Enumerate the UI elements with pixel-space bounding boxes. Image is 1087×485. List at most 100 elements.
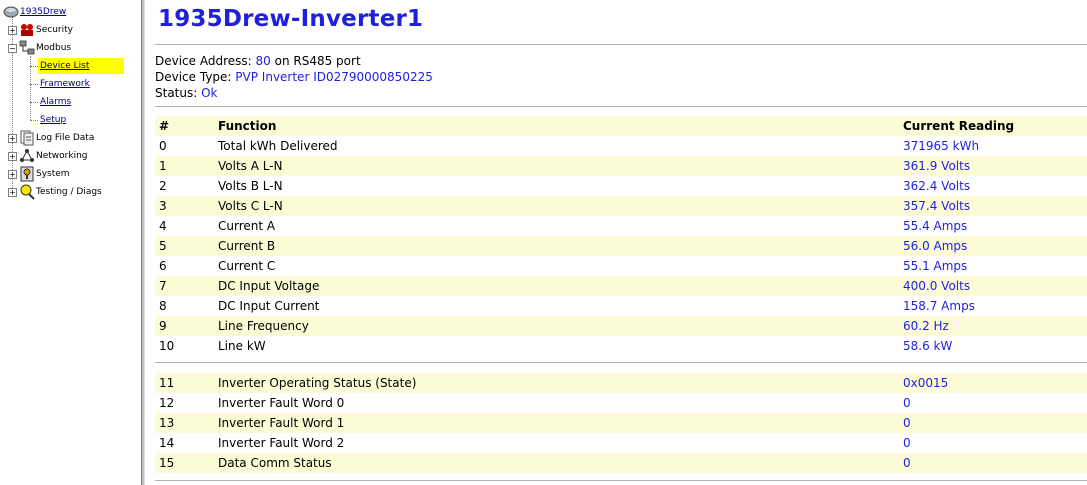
tree-root-label[interactable]: 1935Drew — [20, 7, 66, 17]
table-row: 7 DC Input Voltage 400.0 Volts — [155, 276, 1087, 296]
table-row: 6 Current C 55.1 Amps — [155, 256, 1087, 276]
row-number: 0 — [159, 139, 167, 153]
row-reading: 0 — [903, 396, 911, 410]
tree-item-setup[interactable]: Setup — [40, 112, 66, 128]
table-row: 3 Volts C L-N 357.4 Volts — [155, 196, 1087, 216]
row-function: Volts C L-N — [218, 199, 283, 213]
device-address-line: Device Address: 80 on RS485 port — [155, 54, 361, 68]
row-reading: 0 — [903, 436, 911, 450]
collapse-icon[interactable]: − — [8, 43, 17, 53]
users-key-icon — [21, 24, 33, 36]
main-content: 1935Drew-Inverter1 Device Address: 80 on… — [146, 0, 1087, 485]
row-function: Inverter Fault Word 2 — [218, 436, 345, 450]
row-reading: 60.2 Hz — [903, 319, 949, 333]
divider — [155, 362, 1087, 364]
framework-link[interactable]: Framework — [40, 79, 90, 89]
row-number: 8 — [159, 299, 167, 313]
alarms-link[interactable]: Alarms — [40, 97, 71, 107]
row-number: 9 — [159, 319, 167, 333]
row-number: 1 — [159, 159, 167, 173]
row-function: Volts A L-N — [218, 159, 283, 173]
row-number: 2 — [159, 179, 167, 193]
row-function: Inverter Operating Status (State) — [218, 376, 417, 390]
table-row: 4 Current A 55.4 Amps — [155, 216, 1087, 236]
tree-item-log-file-data[interactable]: + Log File Data — [8, 129, 94, 147]
device-address-label: Device Address: — [155, 54, 252, 68]
table-row: 10 Line kW 58.6 kW — [155, 336, 1087, 356]
column-header-reading: Current Reading — [903, 119, 1015, 133]
row-function: Volts B L-N — [218, 179, 283, 193]
tree-item-label: Security — [36, 25, 73, 35]
divider — [155, 44, 1087, 46]
table-row: 15 Data Comm Status 0 — [155, 453, 1087, 473]
tree-root[interactable]: 1935Drew — [3, 3, 66, 21]
row-function: Total kWh Delivered — [218, 139, 338, 153]
tree-line — [30, 102, 38, 103]
table-row: 14 Inverter Fault Word 2 0 — [155, 433, 1087, 453]
row-reading: 55.4 Amps — [903, 219, 968, 233]
row-number: 5 — [159, 239, 167, 253]
row-number: 6 — [159, 259, 167, 273]
tree-item-networking[interactable]: + Networking — [8, 147, 88, 165]
tree-item-framework[interactable]: Framework — [40, 76, 90, 92]
expand-icon[interactable]: + — [8, 169, 17, 179]
network-devices-icon — [19, 40, 35, 55]
row-reading: 0x0015 — [903, 376, 949, 390]
table-row: 11 Inverter Operating Status (State) 0x001… — [155, 373, 1087, 393]
page-title: 1935Drew-Inverter1 — [158, 6, 424, 32]
device-list-link[interactable]: Device List — [40, 61, 89, 71]
system-icon — [20, 166, 34, 182]
expand-icon[interactable]: + — [8, 133, 17, 143]
row-number: 13 — [159, 416, 175, 430]
row-reading: 0 — [903, 456, 911, 470]
column-header-number: # — [159, 119, 170, 133]
tree-item-modbus[interactable]: − Modbus — [8, 39, 71, 57]
row-function: Inverter Fault Word 0 — [218, 396, 345, 410]
row-number: 11 — [159, 376, 175, 390]
row-reading: 58.6 kW — [903, 339, 953, 353]
row-function: Inverter Fault Word 1 — [218, 416, 345, 430]
table-row: 9 Line Frequency 60.2 Hz — [155, 316, 1087, 336]
log-file-icon — [20, 130, 34, 146]
row-number: 14 — [159, 436, 175, 450]
selected-highlight: Device List — [38, 58, 124, 74]
network-icon — [20, 149, 34, 162]
row-number: 12 — [159, 396, 175, 410]
status-value: Ok — [201, 86, 218, 100]
row-reading: 400.0 Volts — [903, 279, 971, 293]
device-address-value: 80 — [255, 54, 271, 68]
tree-item-alarms[interactable]: Alarms — [40, 94, 71, 110]
row-function: DC Input Current — [218, 299, 320, 313]
expand-icon[interactable]: + — [8, 187, 17, 197]
table-row: 2 Volts B L-N 362.4 Volts — [155, 176, 1087, 196]
status-line: Status: Ok — [155, 86, 218, 100]
expand-icon[interactable]: + — [8, 151, 17, 161]
table-row: 12 Inverter Fault Word 0 0 — [155, 393, 1087, 413]
row-reading: 371965 kWh — [903, 139, 980, 153]
tree-item-label: System — [36, 169, 70, 179]
globe-icon — [3, 6, 19, 18]
tree-line — [30, 120, 38, 121]
row-reading: 55.1 Amps — [903, 259, 968, 273]
row-reading: 361.9 Volts — [903, 159, 971, 173]
tree-item-device-list[interactable]: Device List — [38, 58, 124, 74]
tree-item-label: Networking — [36, 151, 88, 161]
tree-item-testing-diags[interactable]: + Testing / Diags — [8, 183, 102, 201]
table-row: 8 DC Input Current 158.7 Amps — [155, 296, 1087, 316]
row-reading: 357.4 Volts — [903, 199, 971, 213]
setup-link[interactable]: Setup — [40, 115, 66, 125]
tree-item-system[interactable]: + System — [8, 165, 70, 183]
expand-icon[interactable]: + — [8, 25, 17, 35]
row-number: 7 — [159, 279, 167, 293]
table-row: 1 Volts A L-N 361.9 Volts — [155, 156, 1087, 176]
device-type-line: Device Type: PVP Inverter ID027900008502… — [155, 70, 433, 84]
row-function: Current B — [218, 239, 276, 253]
status-label: Status: — [155, 86, 198, 100]
column-header-function: Function — [218, 119, 277, 133]
row-reading: 158.7 Amps — [903, 299, 975, 313]
tree-item-security[interactable]: + Security — [8, 21, 73, 39]
device-type-value: PVP Inverter ID02790000850225 — [235, 70, 433, 84]
pane-splitter[interactable] — [141, 0, 145, 485]
row-function: Line Frequency — [218, 319, 309, 333]
table-row: 5 Current B 56.0 Amps — [155, 236, 1087, 256]
